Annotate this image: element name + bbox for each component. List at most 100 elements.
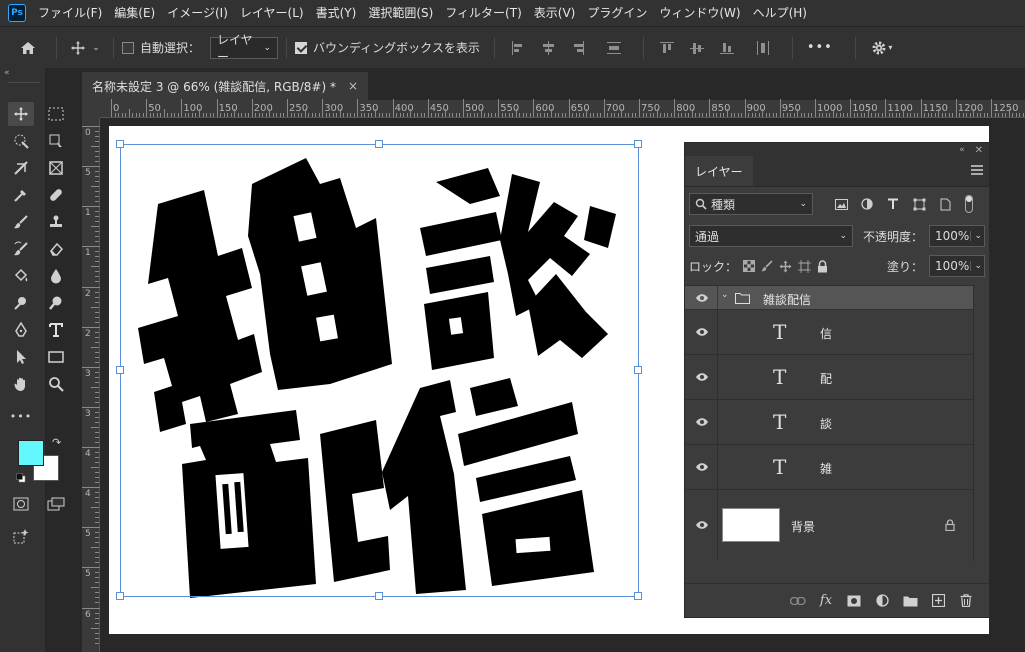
align-bottom-icon[interactable] [719, 41, 734, 55]
type-tool-icon[interactable] [43, 318, 69, 342]
menu-item[interactable]: ファイル(F) [32, 0, 108, 26]
adjustment-layer-icon[interactable] [873, 592, 891, 610]
visibility-eye-icon[interactable] [695, 462, 709, 472]
home-icon[interactable] [8, 34, 48, 62]
menu-item[interactable]: フィルター(T) [439, 0, 527, 26]
marquee-tool-icon[interactable] [43, 102, 69, 126]
visibility-eye-icon[interactable] [695, 417, 709, 427]
auto-select-checkbox[interactable] [122, 41, 134, 54]
background-layer-row[interactable]: 背景 [685, 489, 973, 560]
text-layer-row[interactable]: T配 [685, 354, 973, 400]
menu-item[interactable]: ウィンドウ(W) [653, 0, 746, 26]
crop-tool-icon[interactable] [8, 156, 34, 180]
collapse-panels-icon[interactable]: « [4, 68, 10, 78]
lock-transparency-icon[interactable] [743, 260, 756, 272]
healing-brush-tool-icon[interactable] [43, 183, 69, 207]
distribute-horizontal-icon[interactable] [756, 40, 770, 55]
eraser-tool-icon[interactable] [43, 237, 69, 261]
align-left-icon[interactable] [511, 40, 525, 55]
foreground-color-swatch[interactable] [18, 440, 44, 466]
align-horizontal-center-icon[interactable] [541, 40, 555, 55]
filter-smart-object-icon[interactable] [935, 196, 955, 212]
text-layer-row[interactable]: T雑 [685, 444, 973, 490]
trash-icon[interactable] [957, 592, 975, 610]
zoom-tool-icon[interactable] [43, 372, 69, 396]
quick-mask-icon[interactable] [8, 492, 34, 516]
lock-position-icon[interactable] [779, 260, 792, 273]
path-selection-tool-icon[interactable] [8, 345, 34, 369]
menu-item[interactable]: 表示(V) [528, 0, 582, 26]
fill-input[interactable]: 100% ⌄ [929, 255, 985, 277]
auto-select-target-dropdown[interactable]: レイヤー ⌄ [210, 33, 279, 64]
move-tool-icon[interactable] [8, 102, 34, 126]
filter-shape-icon[interactable] [909, 196, 929, 212]
close-icon[interactable]: × [348, 79, 358, 93]
text-layer-row[interactable]: T信 [685, 309, 973, 355]
screen-mode-icon[interactable] [43, 492, 69, 516]
panel-menu-icon[interactable] [971, 165, 983, 175]
filter-pixel-icon[interactable] [831, 196, 851, 212]
chevron-down-icon[interactable]: ⌄ [721, 290, 729, 300]
layer-effects-icon[interactable]: fx [817, 592, 835, 610]
object-select-tool-icon[interactable] [8, 129, 34, 153]
transform-handle-bottom[interactable] [375, 592, 383, 600]
new-layer-icon[interactable] [929, 592, 947, 610]
lock-all-icon[interactable] [817, 259, 828, 273]
blend-mode-dropdown[interactable]: 通過 ⌄ [689, 225, 853, 247]
gear-icon[interactable]: ▾ [868, 34, 896, 62]
transform-handle-top-left[interactable] [116, 140, 124, 148]
visibility-eye-icon[interactable] [695, 520, 709, 530]
collapse-panel-icon[interactable]: « [959, 145, 965, 155]
layer-filter-dropdown[interactable]: 種類 ⌄ [689, 193, 813, 215]
frame-tool-icon[interactable] [43, 156, 69, 180]
document-tab[interactable]: 名称未設定 3 @ 66% (雑談配信, RGB/8#) * × [82, 72, 369, 100]
show-bounding-box-checkbox[interactable] [295, 41, 308, 54]
transform-handle-top[interactable] [375, 140, 383, 148]
filter-type-icon[interactable] [883, 196, 903, 212]
swap-colors-icon[interactable]: ↷ [52, 436, 61, 449]
add-mask-icon[interactable] [845, 592, 863, 610]
ruler-origin[interactable] [82, 100, 100, 118]
tab-layers[interactable]: レイヤー [685, 156, 753, 186]
transform-handle-right[interactable] [634, 366, 642, 374]
close-panel-icon[interactable]: ✕ [975, 145, 983, 156]
zoom-like-burn-tool-icon[interactable] [43, 291, 69, 315]
stamp-tool-icon[interactable] [43, 210, 69, 234]
default-colors-icon[interactable] [16, 472, 26, 483]
filter-adjustment-icon[interactable] [857, 196, 877, 212]
blur-tool-icon[interactable] [43, 264, 69, 288]
hand-tool-icon[interactable] [8, 372, 34, 396]
generative-fill-icon[interactable] [8, 524, 34, 548]
move-tool-preset-button[interactable]: ⌄ [65, 34, 105, 62]
dodge-tool-icon[interactable] [8, 291, 34, 315]
menu-item[interactable]: 選択範囲(S) [362, 0, 439, 26]
transform-handle-left[interactable] [116, 366, 124, 374]
lock-artboard-icon[interactable] [798, 259, 812, 273]
transform-handle-bottom-left[interactable] [116, 592, 124, 600]
menu-item[interactable]: プラグイン [581, 0, 653, 26]
menu-item[interactable]: イメージ(I) [161, 0, 234, 26]
link-layers-icon[interactable] [789, 592, 807, 610]
brush-tool-icon[interactable] [8, 210, 34, 234]
vertical-ruler[interactable]: 0 5 1 1 2 2 3 3 4 4 5 5 6 [82, 118, 100, 652]
transform-handle-top-right[interactable] [634, 140, 642, 148]
history-brush-tool-icon[interactable] [8, 237, 34, 261]
crop-select-icon[interactable] [43, 129, 69, 153]
menu-item[interactable]: ヘルプ(H) [747, 0, 813, 26]
layers-scrollbar[interactable] [973, 285, 989, 561]
more-options-button[interactable]: ••• [807, 40, 833, 55]
transform-bounding-box[interactable] [120, 144, 639, 597]
lock-image-pixels-icon[interactable] [761, 260, 773, 272]
text-layer-row[interactable]: T談 [685, 399, 973, 445]
align-right-icon[interactable] [571, 40, 585, 55]
opacity-input[interactable]: 100% ⌄ [929, 225, 985, 247]
paint-bucket-tool-icon[interactable] [8, 264, 34, 288]
new-group-folder-icon[interactable] [901, 592, 919, 610]
visibility-eye-icon[interactable] [695, 293, 709, 303]
pen-tool-icon[interactable] [8, 318, 34, 342]
filter-toggle-switch[interactable] [965, 195, 973, 213]
align-top-icon[interactable] [659, 41, 674, 55]
edit-toolbar-icon[interactable]: ••• [8, 404, 34, 428]
visibility-eye-icon[interactable] [695, 327, 709, 337]
eyedropper-tool-icon[interactable] [8, 183, 34, 207]
